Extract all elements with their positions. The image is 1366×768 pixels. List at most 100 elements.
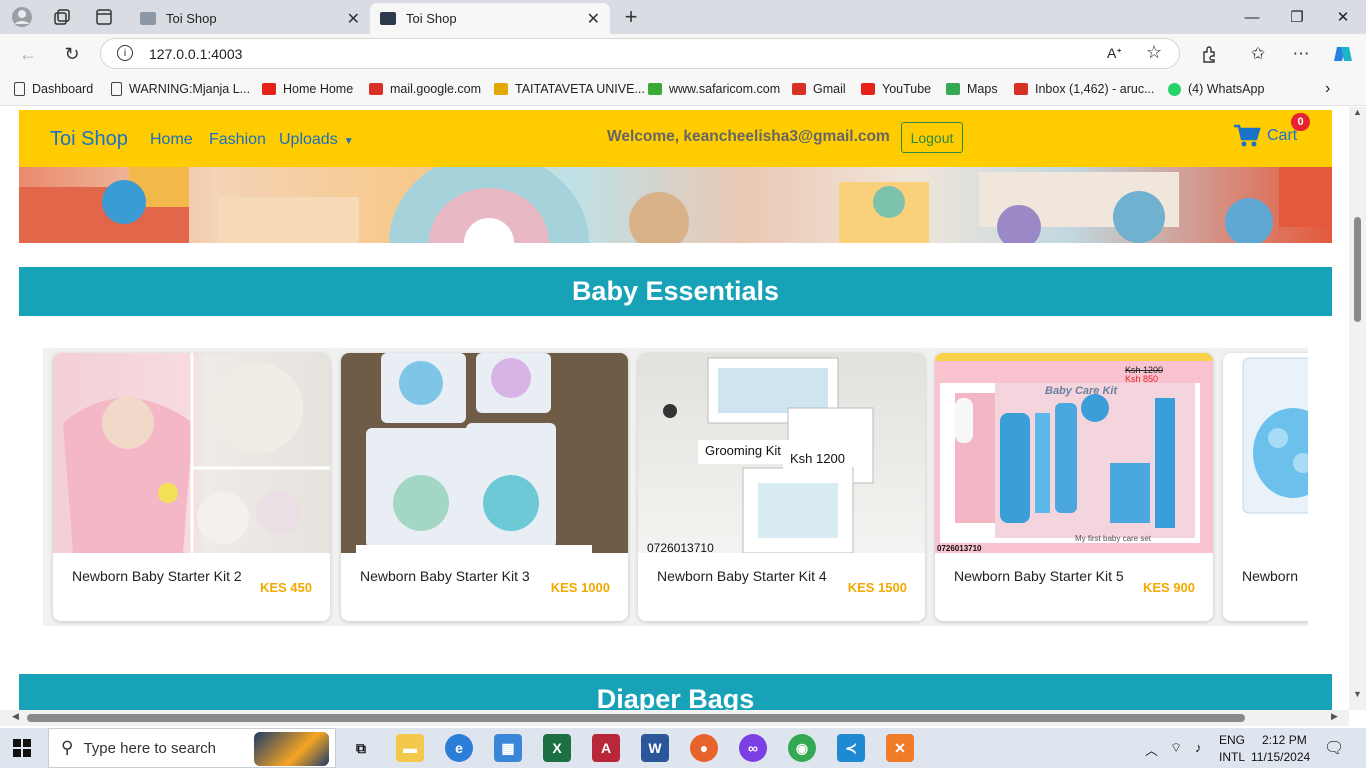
more-menu-icon[interactable]: ⋯ bbox=[1289, 42, 1313, 66]
bookmark-taitataveta[interactable]: TAITATAVETA UNIVE... bbox=[494, 82, 645, 96]
tab-title: Toi Shop bbox=[166, 11, 217, 26]
close-tab-icon[interactable]: ✕ bbox=[347, 9, 360, 29]
bookmark-maps[interactable]: Maps bbox=[946, 82, 998, 96]
extensions-icon[interactable] bbox=[1198, 42, 1222, 66]
product-name[interactable]: Newborn Baby Starter Kit 3 bbox=[360, 568, 530, 584]
windows-taskbar: ⚲ Type here to search ⧉ ▬ e ▦ X A W ● ∞ … bbox=[0, 728, 1366, 768]
logout-button[interactable]: Logout bbox=[901, 122, 963, 153]
firefox-icon[interactable]: ● bbox=[690, 734, 718, 762]
favorite-star-icon[interactable]: ☆ bbox=[1146, 42, 1162, 63]
search-icon: ⚲ bbox=[61, 738, 74, 757]
close-tab-icon[interactable]: ✕ bbox=[587, 9, 600, 29]
bookmark-whatsapp[interactable]: (4) WhatsApp bbox=[1168, 82, 1264, 96]
product-card[interactable]: Ksh 1200 Ksh 850 Baby Care Kit My first … bbox=[935, 353, 1213, 621]
clock-date[interactable]: 11/15/2024 bbox=[1251, 750, 1310, 764]
excel-icon[interactable]: X bbox=[543, 734, 571, 762]
product-name[interactable]: Newborn Baby Starter Kit 5 bbox=[954, 568, 1124, 584]
bookmark-dashboard[interactable]: Dashboard bbox=[14, 82, 93, 96]
tray-chevron-icon[interactable]: ︿ bbox=[1145, 740, 1158, 759]
volume-icon[interactable]: ♪ bbox=[1195, 740, 1202, 755]
site-info-icon[interactable]: i bbox=[117, 45, 133, 61]
workspaces-icon[interactable] bbox=[50, 5, 74, 29]
bookmark-label: Dashboard bbox=[32, 82, 94, 96]
network-icon[interactable]: ⌔ bbox=[1170, 740, 1182, 756]
start-windows-icon[interactable] bbox=[13, 739, 31, 762]
notifications-icon[interactable]: 🗨 bbox=[1324, 738, 1344, 758]
clock-time[interactable]: 2:12 PM bbox=[1262, 733, 1307, 747]
refresh-icon[interactable]: ↻ bbox=[60, 42, 84, 66]
search-highlight-icon bbox=[254, 732, 329, 766]
url-field[interactable]: i 127.0.0.1:4003 Aᐩ ☆ bbox=[100, 38, 1180, 69]
access-icon[interactable]: A bbox=[592, 734, 620, 762]
vscode-icon[interactable]: ≺ bbox=[837, 734, 865, 762]
profile-icon[interactable] bbox=[10, 5, 34, 29]
cart-link[interactable]: Cart bbox=[1233, 124, 1297, 148]
maps-icon bbox=[946, 83, 960, 95]
nav-fashion[interactable]: Fashion bbox=[209, 131, 266, 149]
product-card[interactable]: Newborn bbox=[1223, 353, 1308, 621]
language-code[interactable]: ENG bbox=[1219, 733, 1245, 747]
product-card[interactable]: Newborn Baby Starter Kit 2 KES 450 bbox=[53, 353, 330, 621]
url-text: 127.0.0.1:4003 bbox=[149, 46, 243, 62]
bookmark-safaricom[interactable]: www.safaricom.com bbox=[648, 82, 780, 96]
scroll-right-icon[interactable]: ▶ bbox=[1331, 711, 1338, 722]
keyboard-layout[interactable]: INTL bbox=[1219, 750, 1245, 764]
vertical-scrollbar[interactable]: ▲ ▼ bbox=[1349, 107, 1366, 710]
word-icon[interactable]: W bbox=[641, 734, 669, 762]
navbar: Toi Shop Home Fashion Uploads ▼ Welcome, … bbox=[19, 110, 1332, 167]
file-explorer-icon[interactable]: ▬ bbox=[396, 734, 424, 762]
product-card[interactable]: Grooming Kit Ksh 1200 0726013710 Newborn… bbox=[638, 353, 925, 621]
minimize-icon[interactable]: — bbox=[1229, 0, 1275, 34]
bookmark-home-home[interactable]: Home Home bbox=[262, 82, 353, 96]
bookmark-warning[interactable]: WARNING:Mjanja L... bbox=[111, 82, 250, 96]
read-aloud-icon[interactable]: Aᐩ bbox=[1107, 45, 1122, 62]
tab-actions-icon[interactable] bbox=[92, 5, 116, 29]
bookmarks-more-chevron-icon[interactable]: › bbox=[1325, 80, 1330, 98]
product-name[interactable]: Newborn Baby Starter Kit 2 bbox=[72, 568, 242, 584]
bookmark-label: TAITATAVETA UNIVE... bbox=[515, 82, 645, 96]
page-icon bbox=[14, 82, 25, 96]
address-bar-row: ← ↻ i 127.0.0.1:4003 Aᐩ ☆ ✩ ⋯ bbox=[0, 34, 1366, 74]
store-icon[interactable]: ▦ bbox=[494, 734, 522, 762]
browser-tab[interactable]: Toi Shop ✕ bbox=[130, 3, 370, 34]
new-tab-icon[interactable]: + bbox=[619, 4, 643, 29]
bookmark-gmail[interactable]: Gmail bbox=[792, 82, 846, 96]
close-window-icon[interactable]: ✕ bbox=[1320, 0, 1366, 34]
media-app-icon[interactable]: ∞ bbox=[739, 734, 767, 762]
favorites-icon[interactable]: ✩ bbox=[1246, 42, 1270, 66]
nav-home[interactable]: Home bbox=[150, 131, 193, 149]
product-name[interactable]: Newborn bbox=[1242, 568, 1298, 584]
product-image bbox=[1223, 353, 1308, 553]
bookmark-mail-google[interactable]: mail.google.com bbox=[369, 82, 481, 96]
scroll-left-icon[interactable]: ◀ bbox=[12, 711, 19, 722]
bookmark-youtube[interactable]: YouTube bbox=[861, 82, 931, 96]
xampp-icon[interactable]: ✕ bbox=[886, 734, 914, 762]
task-view-icon[interactable]: ⧉ bbox=[347, 734, 375, 762]
back-icon[interactable]: ← bbox=[16, 42, 40, 66]
copilot-icon[interactable] bbox=[1331, 42, 1355, 66]
product-carousel[interactable]: Newborn Baby Starter Kit 2 KES 450 Newbo… bbox=[43, 348, 1308, 626]
chrome-icon[interactable]: ◉ bbox=[788, 734, 816, 762]
bookmark-label: WARNING:Mjanja L... bbox=[129, 82, 251, 96]
horizontal-scrollbar[interactable]: ◀ ▶ bbox=[0, 710, 1349, 726]
product-name[interactable]: Newborn Baby Starter Kit 4 bbox=[657, 568, 827, 584]
bookmark-inbox[interactable]: Inbox (1,462) - aruc... bbox=[1014, 82, 1155, 96]
overlay-price: Ksh 1200 bbox=[783, 448, 852, 470]
nav-uploads[interactable]: Uploads ▼ bbox=[279, 131, 354, 149]
restore-icon[interactable]: ❐ bbox=[1274, 0, 1320, 34]
vertical-scroll-thumb[interactable] bbox=[1354, 217, 1361, 322]
brand-link[interactable]: Toi Shop bbox=[50, 128, 128, 151]
section-title-baby-essentials: Baby Essentials bbox=[19, 267, 1332, 316]
gmail-icon bbox=[792, 83, 806, 95]
overlay-new-price: Ksh 850 bbox=[1125, 374, 1159, 384]
hero-banner-image bbox=[19, 167, 1332, 243]
scroll-down-icon[interactable]: ▼ bbox=[1353, 689, 1362, 699]
browser-tab-active[interactable]: Toi Shop ✕ bbox=[370, 3, 610, 34]
edge-icon[interactable]: e bbox=[445, 734, 473, 762]
overlay-phone: 0726013710 bbox=[937, 544, 982, 553]
scroll-up-icon[interactable]: ▲ bbox=[1353, 107, 1362, 117]
taskbar-search-box[interactable]: ⚲ Type here to search bbox=[48, 728, 336, 768]
product-card[interactable]: Newborn Baby Starter Kit 3 KES 1000 bbox=[341, 353, 628, 621]
horizontal-scroll-thumb[interactable] bbox=[27, 714, 1245, 722]
cart-icon bbox=[1234, 124, 1261, 147]
